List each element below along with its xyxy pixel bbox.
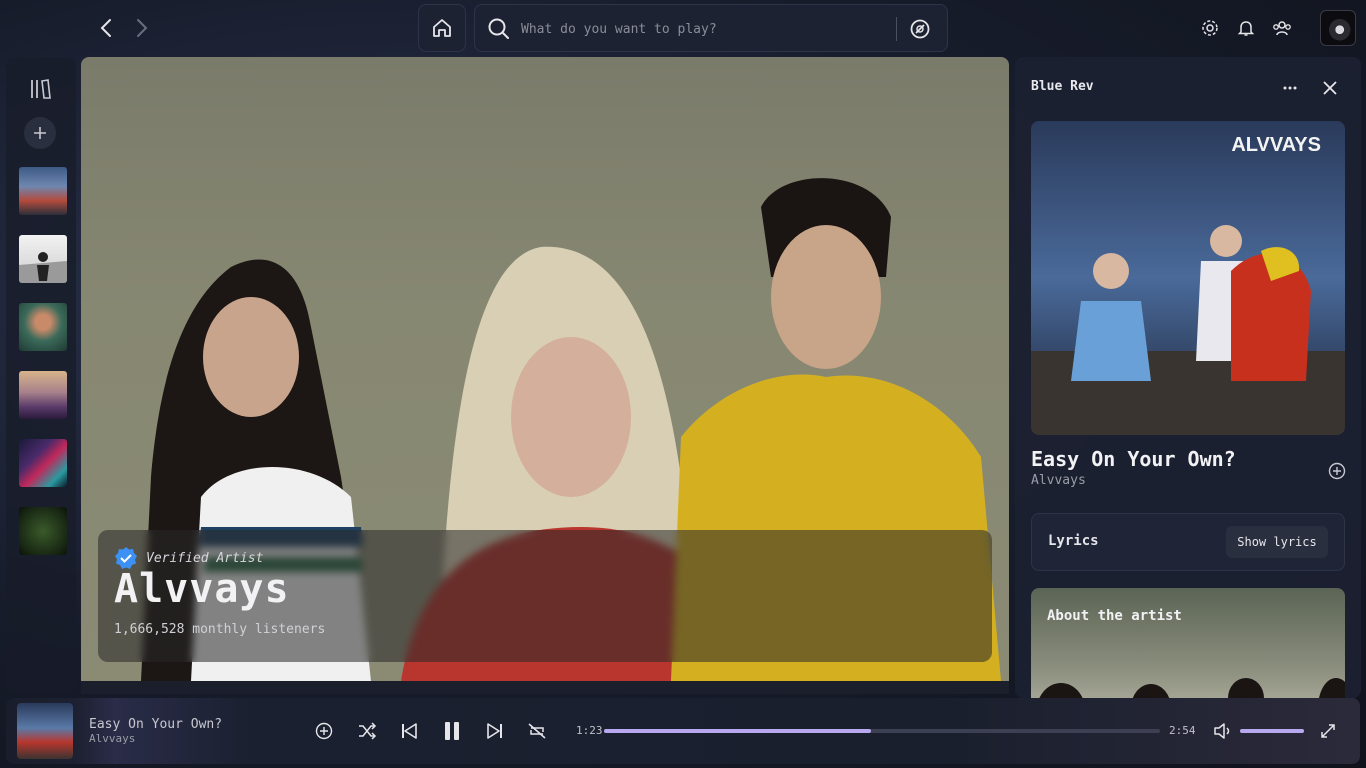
fullscreen-button[interactable]	[1316, 719, 1340, 743]
settings-icon	[1202, 20, 1218, 36]
chevron-right-icon	[137, 19, 148, 37]
artist-view: Verified Artist Alvvays 1,666,528 monthl…	[81, 57, 1009, 694]
friends-icon	[1273, 21, 1291, 36]
settings-button[interactable]	[1199, 17, 1221, 39]
shuffle-button[interactable]	[355, 719, 379, 743]
forward-button[interactable]	[127, 14, 155, 42]
more-icon	[1283, 86, 1297, 90]
search-icon	[488, 18, 509, 39]
player-bar: Easy On Your Own? Alvvays 1:23 2:54	[6, 698, 1360, 764]
now-playing-title[interactable]: Easy On Your Own?	[89, 717, 222, 732]
shuffle-icon	[359, 722, 377, 740]
home-button[interactable]	[418, 4, 466, 52]
play-pause-button[interactable]	[440, 719, 464, 743]
volume-fill	[1240, 729, 1304, 733]
progress-fill	[604, 729, 871, 733]
notifications-button[interactable]	[1235, 17, 1257, 39]
library-button[interactable]	[29, 78, 53, 104]
search-input[interactable]	[521, 17, 881, 41]
repeat-icon	[528, 723, 546, 739]
library-sidebar	[6, 58, 76, 694]
lyrics-label: Lyrics	[1048, 533, 1099, 549]
previous-icon	[402, 723, 417, 739]
friends-button[interactable]	[1271, 17, 1293, 39]
previous-button[interactable]	[397, 719, 421, 743]
library-item-album-2[interactable]	[19, 235, 67, 283]
album-cover[interactable]: ALVVAYS	[1031, 121, 1345, 435]
bell-icon	[1237, 21, 1255, 36]
browse-icon	[910, 19, 930, 39]
library-item-blue-rev[interactable]	[19, 167, 67, 215]
elapsed-time: 1:23	[576, 724, 603, 737]
panel-title[interactable]: Blue Rev	[1031, 79, 1094, 94]
chevron-left-icon	[100, 19, 111, 37]
fullscreen-icon	[1321, 724, 1335, 738]
artist-name: Alvvays	[114, 566, 290, 612]
panel-track-title[interactable]: Easy On Your Own?	[1031, 447, 1236, 471]
add-to-library-button[interactable]	[1327, 461, 1347, 481]
album-cover-wordmark: ALVVAYS	[1231, 134, 1321, 156]
create-playlist-button[interactable]	[24, 117, 56, 149]
library-icon	[31, 79, 51, 99]
about-artist-card[interactable]: About the artist	[1031, 588, 1345, 698]
pause-icon	[445, 722, 459, 740]
lyrics-card: Lyrics Show lyrics	[1031, 513, 1345, 571]
now-playing-panel: Blue Rev ALVVAYS Easy On Your Own? Alvva…	[1015, 57, 1361, 698]
verified-label: Verified Artist	[146, 550, 264, 566]
volume-icon	[1214, 723, 1230, 739]
volume-slider[interactable]	[1240, 729, 1304, 733]
search-divider	[896, 17, 897, 41]
main-bottom-strip	[81, 681, 1009, 694]
panel-track-artist[interactable]: Alvvays	[1031, 473, 1086, 488]
total-time: 2:54	[1169, 724, 1196, 737]
plus-circle-icon	[1328, 462, 1346, 480]
search-bar	[474, 4, 948, 52]
library-item-album-6[interactable]	[19, 507, 67, 555]
now-playing-cover[interactable]	[17, 703, 73, 759]
browse-button[interactable]	[907, 16, 933, 42]
repeat-button[interactable]	[525, 719, 549, 743]
plus-icon	[34, 127, 46, 139]
library-item-album-3[interactable]	[19, 303, 67, 351]
next-button[interactable]	[483, 719, 507, 743]
now-playing-artist[interactable]: Alvvays	[89, 732, 135, 745]
back-button[interactable]	[93, 14, 121, 42]
more-options-button[interactable]	[1279, 77, 1301, 99]
album-art-figure	[19, 252, 67, 283]
artist-header: Verified Artist Alvvays 1,666,528 monthl…	[98, 530, 992, 662]
close-panel-button[interactable]	[1319, 77, 1341, 99]
plus-circle-icon	[315, 722, 333, 740]
monthly-listeners: 1,666,528 monthly listeners	[114, 622, 326, 637]
home-icon	[433, 19, 451, 37]
next-icon	[487, 723, 502, 739]
library-item-album-5[interactable]	[19, 439, 67, 487]
user-avatar[interactable]	[1320, 10, 1356, 46]
mute-button[interactable]	[1211, 719, 1235, 743]
close-icon	[1323, 81, 1337, 95]
album-cover-art: ALVVAYS	[1031, 121, 1345, 435]
show-lyrics-button[interactable]: Show lyrics	[1226, 526, 1328, 558]
top-bar	[0, 0, 1366, 56]
add-to-playlist-button[interactable]	[312, 719, 336, 743]
progress-bar[interactable]	[604, 729, 1160, 733]
library-item-album-4[interactable]	[19, 371, 67, 419]
about-artist-image	[1039, 678, 1345, 698]
